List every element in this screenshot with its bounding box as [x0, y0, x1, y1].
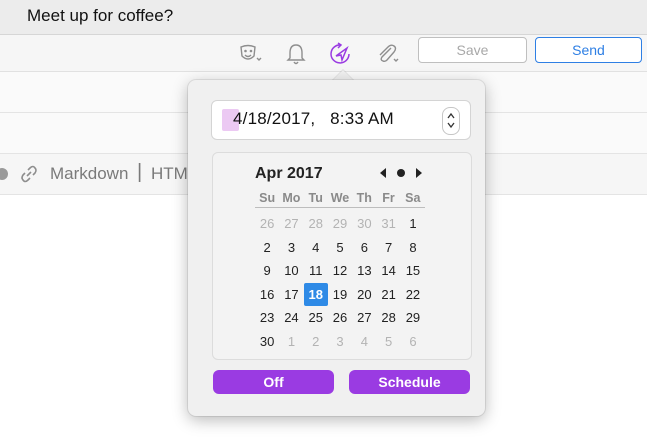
weekday-label: Th [356, 191, 372, 205]
calendar-day[interactable]: 6 [352, 236, 376, 260]
format-separator: | [137, 161, 143, 183]
calendar-day[interactable]: 15 [401, 259, 425, 283]
link-icon[interactable] [18, 163, 40, 185]
calendar-day[interactable]: 29 [401, 306, 425, 330]
calendar-day[interactable]: 26 [328, 306, 352, 330]
schedule-popover: 4/18/2017, 8:33 AM Apr 2017 Su Mo Tu We Th Fr… [188, 80, 485, 416]
calendar-day[interactable]: 25 [304, 306, 328, 330]
stepper-down-icon[interactable] [447, 121, 455, 129]
schedule-button[interactable]: Schedule [349, 370, 470, 394]
calendar: Apr 2017 Su Mo Tu We Th Fr Sa 26 27 28 29 30 31 1 2 3 4… [212, 152, 472, 360]
calendar-day[interactable]: 28 [376, 306, 400, 330]
paperclip-icon[interactable] [372, 39, 402, 69]
send-button[interactable]: Send [535, 37, 642, 63]
send-later-icon[interactable] [326, 39, 356, 69]
weekday-header: Su Mo Tu We Th Fr Sa [255, 191, 425, 208]
calendar-day[interactable]: 23 [255, 306, 279, 330]
datetime-value[interactable]: 4/18/2017, 8:33 AM [233, 109, 394, 129]
calendar-day[interactable]: 2 [304, 330, 328, 354]
calendar-day-selected[interactable]: 18 [303, 282, 328, 306]
calendar-day[interactable]: 17 [279, 283, 303, 307]
calendar-day[interactable]: 31 [376, 212, 400, 236]
off-button[interactable]: Off [213, 370, 334, 394]
calendar-day[interactable]: 12 [328, 259, 352, 283]
calendar-day[interactable]: 10 [279, 259, 303, 283]
calendar-day[interactable]: 3 [328, 330, 352, 354]
calendar-day[interactable]: 20 [352, 283, 376, 307]
calendar-day[interactable]: 21 [376, 283, 400, 307]
calendar-day[interactable]: 27 [279, 212, 303, 236]
weekday-label: Su [259, 191, 276, 205]
weekday-label: Mo [282, 191, 301, 205]
calendar-month-label: Apr 2017 [255, 165, 323, 182]
next-month-icon[interactable] [414, 167, 424, 179]
calendar-day[interactable]: 5 [376, 330, 400, 354]
html-toggle[interactable]: HTM [151, 164, 188, 184]
calendar-day[interactable]: 8 [401, 236, 425, 260]
calendar-day[interactable]: 11 [304, 259, 328, 283]
calendar-day[interactable]: 29 [328, 212, 352, 236]
calendar-day[interactable]: 9 [255, 259, 279, 283]
calendar-day[interactable]: 4 [304, 236, 328, 260]
calendar-day[interactable]: 30 [352, 212, 376, 236]
subject-bar: Meet up for coffee? [0, 0, 647, 35]
calendar-day[interactable]: 7 [376, 236, 400, 260]
mask-icon[interactable] [236, 39, 266, 69]
bell-icon[interactable] [281, 39, 311, 69]
weekday-label: Tu [308, 191, 323, 205]
calendar-day[interactable]: 30 [255, 330, 279, 354]
calendar-day[interactable]: 28 [304, 212, 328, 236]
calendar-day[interactable]: 16 [255, 283, 279, 307]
weekday-label: Fr [382, 191, 395, 205]
datetime-stepper[interactable] [442, 107, 460, 135]
calendar-day[interactable]: 3 [279, 236, 303, 260]
weekday-label: We [330, 191, 350, 205]
calendar-day[interactable]: 19 [328, 283, 352, 307]
color-dot-icon[interactable] [0, 168, 8, 180]
calendar-day[interactable]: 24 [279, 306, 303, 330]
calendar-day[interactable]: 13 [352, 259, 376, 283]
stepper-up-icon[interactable] [447, 112, 455, 120]
subject-field[interactable]: Meet up for coffee? [27, 6, 173, 26]
calendar-day[interactable]: 4 [352, 330, 376, 354]
calendar-day[interactable]: 2 [255, 236, 279, 260]
calendar-day[interactable]: 5 [328, 236, 352, 260]
calendar-day[interactable]: 27 [352, 306, 376, 330]
calendar-day[interactable]: 1 [401, 212, 425, 236]
compose-toolbar: Save Send [0, 35, 647, 72]
weekday-label: Sa [405, 191, 421, 205]
calendar-day[interactable]: 26 [255, 212, 279, 236]
calendar-day[interactable]: 1 [279, 330, 303, 354]
prev-month-icon[interactable] [378, 167, 388, 179]
markdown-toggle[interactable]: Markdown [50, 164, 128, 184]
save-button[interactable]: Save [418, 37, 527, 63]
datetime-field[interactable]: 4/18/2017, 8:33 AM [211, 100, 471, 140]
calendar-grid: 26 27 28 29 30 31 1 2 3 4 5 6 7 8 9 10 11 12 13 14 15 16 17 18 1… [255, 212, 425, 353]
today-dot-icon[interactable] [396, 167, 406, 179]
calendar-day[interactable]: 6 [401, 330, 425, 354]
calendar-day[interactable]: 22 [401, 283, 425, 307]
calendar-day[interactable]: 14 [376, 259, 400, 283]
